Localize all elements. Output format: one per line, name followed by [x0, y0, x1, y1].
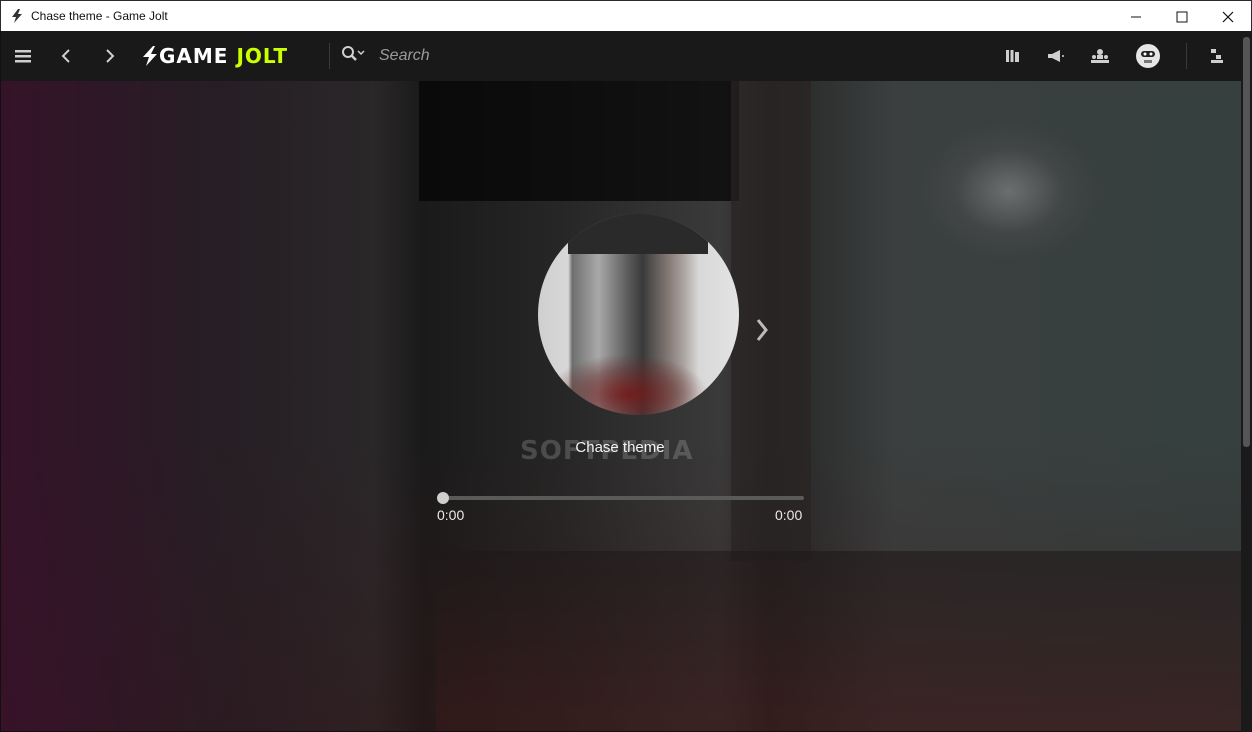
next-track-button[interactable]	[752, 315, 772, 345]
menu-icon[interactable]	[12, 31, 34, 81]
album-art-ceiling	[568, 214, 708, 254]
scene-ceiling-shadow	[419, 81, 739, 201]
downloads-icon[interactable]	[1208, 31, 1226, 81]
search-icon[interactable]	[341, 45, 365, 68]
friends-icon[interactable]	[1089, 31, 1111, 81]
lightning-icon	[143, 46, 157, 66]
time-total: 0:00	[775, 507, 803, 523]
window-scrollbar[interactable]	[1241, 31, 1252, 732]
avatar[interactable]	[1133, 31, 1163, 81]
window-titlebar: Chase theme - Game Jolt	[0, 0, 1252, 31]
game-jolt-app-icon	[11, 9, 25, 23]
minimize-button[interactable]	[1113, 1, 1159, 32]
nav-divider-right	[1186, 43, 1187, 69]
logo-jolt: JOLT	[236, 44, 288, 68]
search-input[interactable]	[379, 47, 679, 65]
logo-game: GAME	[159, 44, 229, 68]
track-title: Chase theme	[575, 439, 665, 456]
maximize-button[interactable]	[1159, 1, 1205, 32]
search-bar[interactable]	[341, 31, 679, 81]
window-title: Chase theme - Game Jolt	[31, 9, 168, 23]
game-jolt-logo[interactable]: GAME JOLT	[141, 44, 288, 68]
back-icon[interactable]	[57, 31, 75, 81]
scene-floor	[436, 551, 1241, 731]
logo-wordmark: GAME JOLT	[159, 44, 288, 68]
top-navbar: GAME JOLT	[1, 31, 1251, 81]
chevron-right-icon	[756, 319, 768, 341]
album-art	[538, 214, 739, 415]
library-icon[interactable]	[1003, 31, 1023, 81]
scrollbar-thumb[interactable]	[1243, 37, 1250, 447]
close-button[interactable]	[1205, 1, 1251, 32]
progress-bar[interactable]	[443, 496, 804, 500]
announcements-icon[interactable]	[1045, 31, 1067, 81]
time-elapsed: 0:00	[437, 507, 465, 523]
forward-icon[interactable]	[101, 31, 119, 81]
progress-knob[interactable]	[437, 492, 449, 504]
nav-divider	[329, 43, 330, 69]
